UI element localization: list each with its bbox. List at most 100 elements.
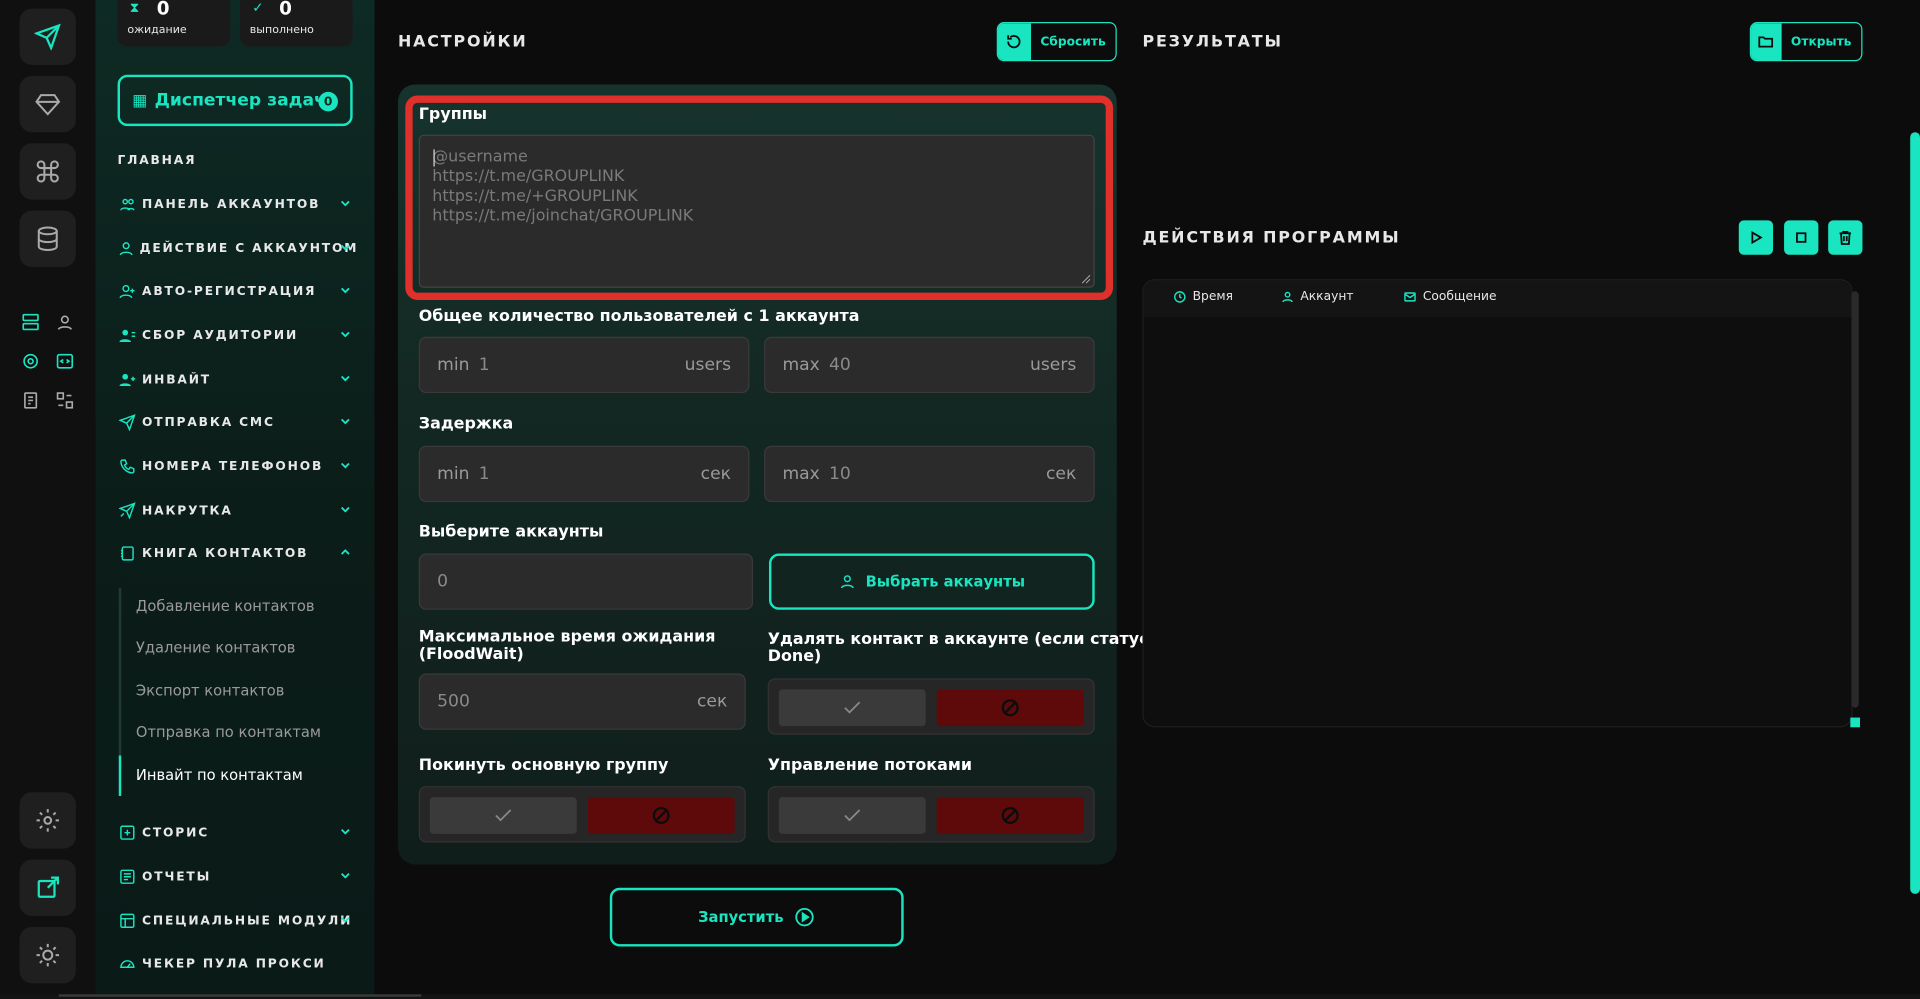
nav-item-stories[interactable]: СТОРИС [118, 820, 358, 844]
resize-corner-icon[interactable] [1850, 717, 1861, 728]
open-results-button[interactable]: Открыть [1749, 22, 1863, 62]
toggle-no-option[interactable] [936, 689, 1084, 727]
reset-icon [997, 23, 1031, 61]
external-link-icon[interactable] [19, 859, 76, 916]
modules-icon [118, 912, 138, 929]
submenu-invite-by-contacts[interactable]: Инвайт по контактам [136, 767, 303, 784]
phone-icon [118, 458, 138, 475]
submenu-add-contacts[interactable]: Добавление контактов [136, 598, 315, 615]
user-list-icon [118, 327, 138, 344]
toggle-yes-option[interactable] [429, 797, 577, 834]
nav-item-accounts-panel[interactable]: ПАНЕЛЬ АККАУНТОВ [118, 192, 358, 216]
submenu-export-contacts[interactable]: Экспорт контактов [136, 682, 284, 699]
clock-icon [1174, 291, 1186, 303]
bottom-scrollbar[interactable] [0, 994, 1920, 999]
settings-title: НАСТРОЙКИ [397, 33, 528, 52]
sun-icon[interactable] [19, 926, 76, 984]
log-table-header: Время Аккаунт Сообщение [1143, 280, 1852, 318]
toggle-no-option[interactable] [936, 797, 1084, 834]
bottom-scroll-thumb[interactable] [58, 994, 422, 997]
nav-item-reports[interactable]: ОТЧЕТЫ [118, 864, 358, 888]
nav-section-header: ГЛАВНАЯ [117, 154, 197, 168]
page-scrollbar[interactable] [1910, 132, 1920, 894]
nav-item-audience-collection[interactable]: СБОР АУДИТОРИИ [118, 323, 358, 347]
users-per-account-label: Общее количество пользователей с 1 аккау… [418, 307, 860, 326]
submenu-send-to-contacts[interactable]: Отправка по контактам [136, 724, 321, 741]
gauge-icon [118, 955, 138, 972]
check-icon [844, 701, 861, 714]
user-add-icon [118, 371, 138, 388]
task-list-icon: ▦ [132, 91, 148, 110]
users-max-input[interactable]: max 40 users [764, 336, 1095, 394]
icon-rail [0, 0, 96, 999]
command-icon[interactable] [19, 143, 76, 200]
swap-icon[interactable] [54, 389, 76, 411]
document-icon[interactable] [20, 389, 42, 411]
nav-item-special-modules[interactable]: СПЕЦИАЛЬНЫЕ МОДУЛИ [118, 909, 358, 933]
log-scrollbar[interactable] [1851, 291, 1859, 708]
submenu-delete-contacts[interactable]: Удаление контактов [136, 639, 296, 656]
delete-contact-toggle[interactable] [767, 678, 1095, 735]
server-icon[interactable] [20, 311, 42, 333]
code-window-icon[interactable] [54, 350, 76, 372]
accounts-label: Выберите аккаунты [418, 522, 604, 542]
paper-plane-icon [118, 414, 138, 432]
plus-square-icon [118, 824, 138, 841]
accounts-count-input[interactable]: 0 [418, 553, 754, 610]
send-icon[interactable] [19, 8, 76, 65]
plane-boost-icon [118, 502, 138, 520]
play-circle-icon [795, 907, 814, 927]
ban-icon [1001, 699, 1019, 717]
nav-item-boost[interactable]: НАКРУТКА [118, 498, 358, 522]
chevron-down-icon [340, 873, 350, 879]
chevron-down-icon [340, 287, 350, 294]
leave-group-toggle[interactable] [418, 786, 746, 843]
nav-item-invite[interactable]: ИНВАЙТ [118, 367, 358, 391]
chevron-down-icon [340, 331, 350, 338]
delay-label: Задержка [418, 415, 514, 434]
chevron-down-icon [340, 506, 350, 513]
log-col-message: Сообщение [1403, 290, 1497, 304]
diamond-icon[interactable] [19, 75, 76, 133]
program-log-panel: Время Аккаунт Сообщение [1142, 279, 1853, 728]
users-min-input[interactable]: min 1 users [418, 336, 750, 394]
stop-icon [1796, 232, 1807, 243]
delay-min-input[interactable]: min 1 сек [418, 445, 750, 503]
report-icon [118, 868, 138, 885]
settings-icon[interactable] [19, 792, 76, 849]
threads-toggle[interactable] [767, 786, 1095, 843]
run-button[interactable]: Запустить [609, 887, 904, 947]
stop-button[interactable] [1784, 220, 1819, 255]
toggle-yes-option[interactable] [778, 689, 926, 727]
user-icon [1282, 291, 1293, 303]
nav-item-account-action[interactable]: ДЕЙСТВИЕ С АККАУНТОМ [118, 236, 358, 260]
highlight-frame [405, 95, 1114, 301]
user-icon [118, 240, 135, 257]
task-dispatcher-button[interactable]: ▦ Диспетчер задач 0 [117, 74, 353, 127]
nav-item-send-sms[interactable]: ОТПРАВКА СМС [118, 410, 358, 434]
delete-contact-label: Удалять контакт в аккаунте (если статус … [767, 630, 1149, 667]
trash-icon [1839, 230, 1852, 245]
nav-item-phone-numbers[interactable]: НОМЕРА ТЕЛЕФОНОВ [118, 454, 358, 478]
toggle-yes-option[interactable] [778, 797, 926, 834]
toggle-no-option[interactable] [587, 797, 735, 834]
nav-item-contact-book[interactable]: КНИГА КОНТАКТОВ [118, 541, 358, 565]
play-icon [1751, 230, 1763, 245]
reset-button[interactable]: Сбросить [996, 22, 1117, 62]
nav-item-proxy-checker[interactable]: ЧЕКЕР ПУЛА ПРОКСИ [118, 951, 358, 975]
clear-log-button[interactable] [1828, 220, 1863, 255]
user-location-icon[interactable] [54, 311, 76, 333]
delay-max-input[interactable]: max 10 сек [764, 445, 1095, 503]
database-icon[interactable] [19, 210, 76, 267]
chevron-down-icon [340, 828, 350, 835]
ban-icon [1001, 807, 1019, 825]
floodwait-input[interactable]: 500 сек [418, 673, 746, 730]
settings-gear-small-icon[interactable] [20, 350, 42, 372]
mail-icon [1404, 292, 1416, 302]
nav-item-auto-registration[interactable]: АВТО-РЕГИСТРАЦИЯ [118, 279, 358, 303]
play-button[interactable] [1738, 220, 1774, 255]
submenu-active-indicator [118, 755, 122, 796]
threads-label: Управление потоками [767, 756, 972, 776]
chevron-down-icon [340, 375, 350, 382]
select-accounts-button[interactable]: Выбрать аккаунты [768, 553, 1095, 610]
